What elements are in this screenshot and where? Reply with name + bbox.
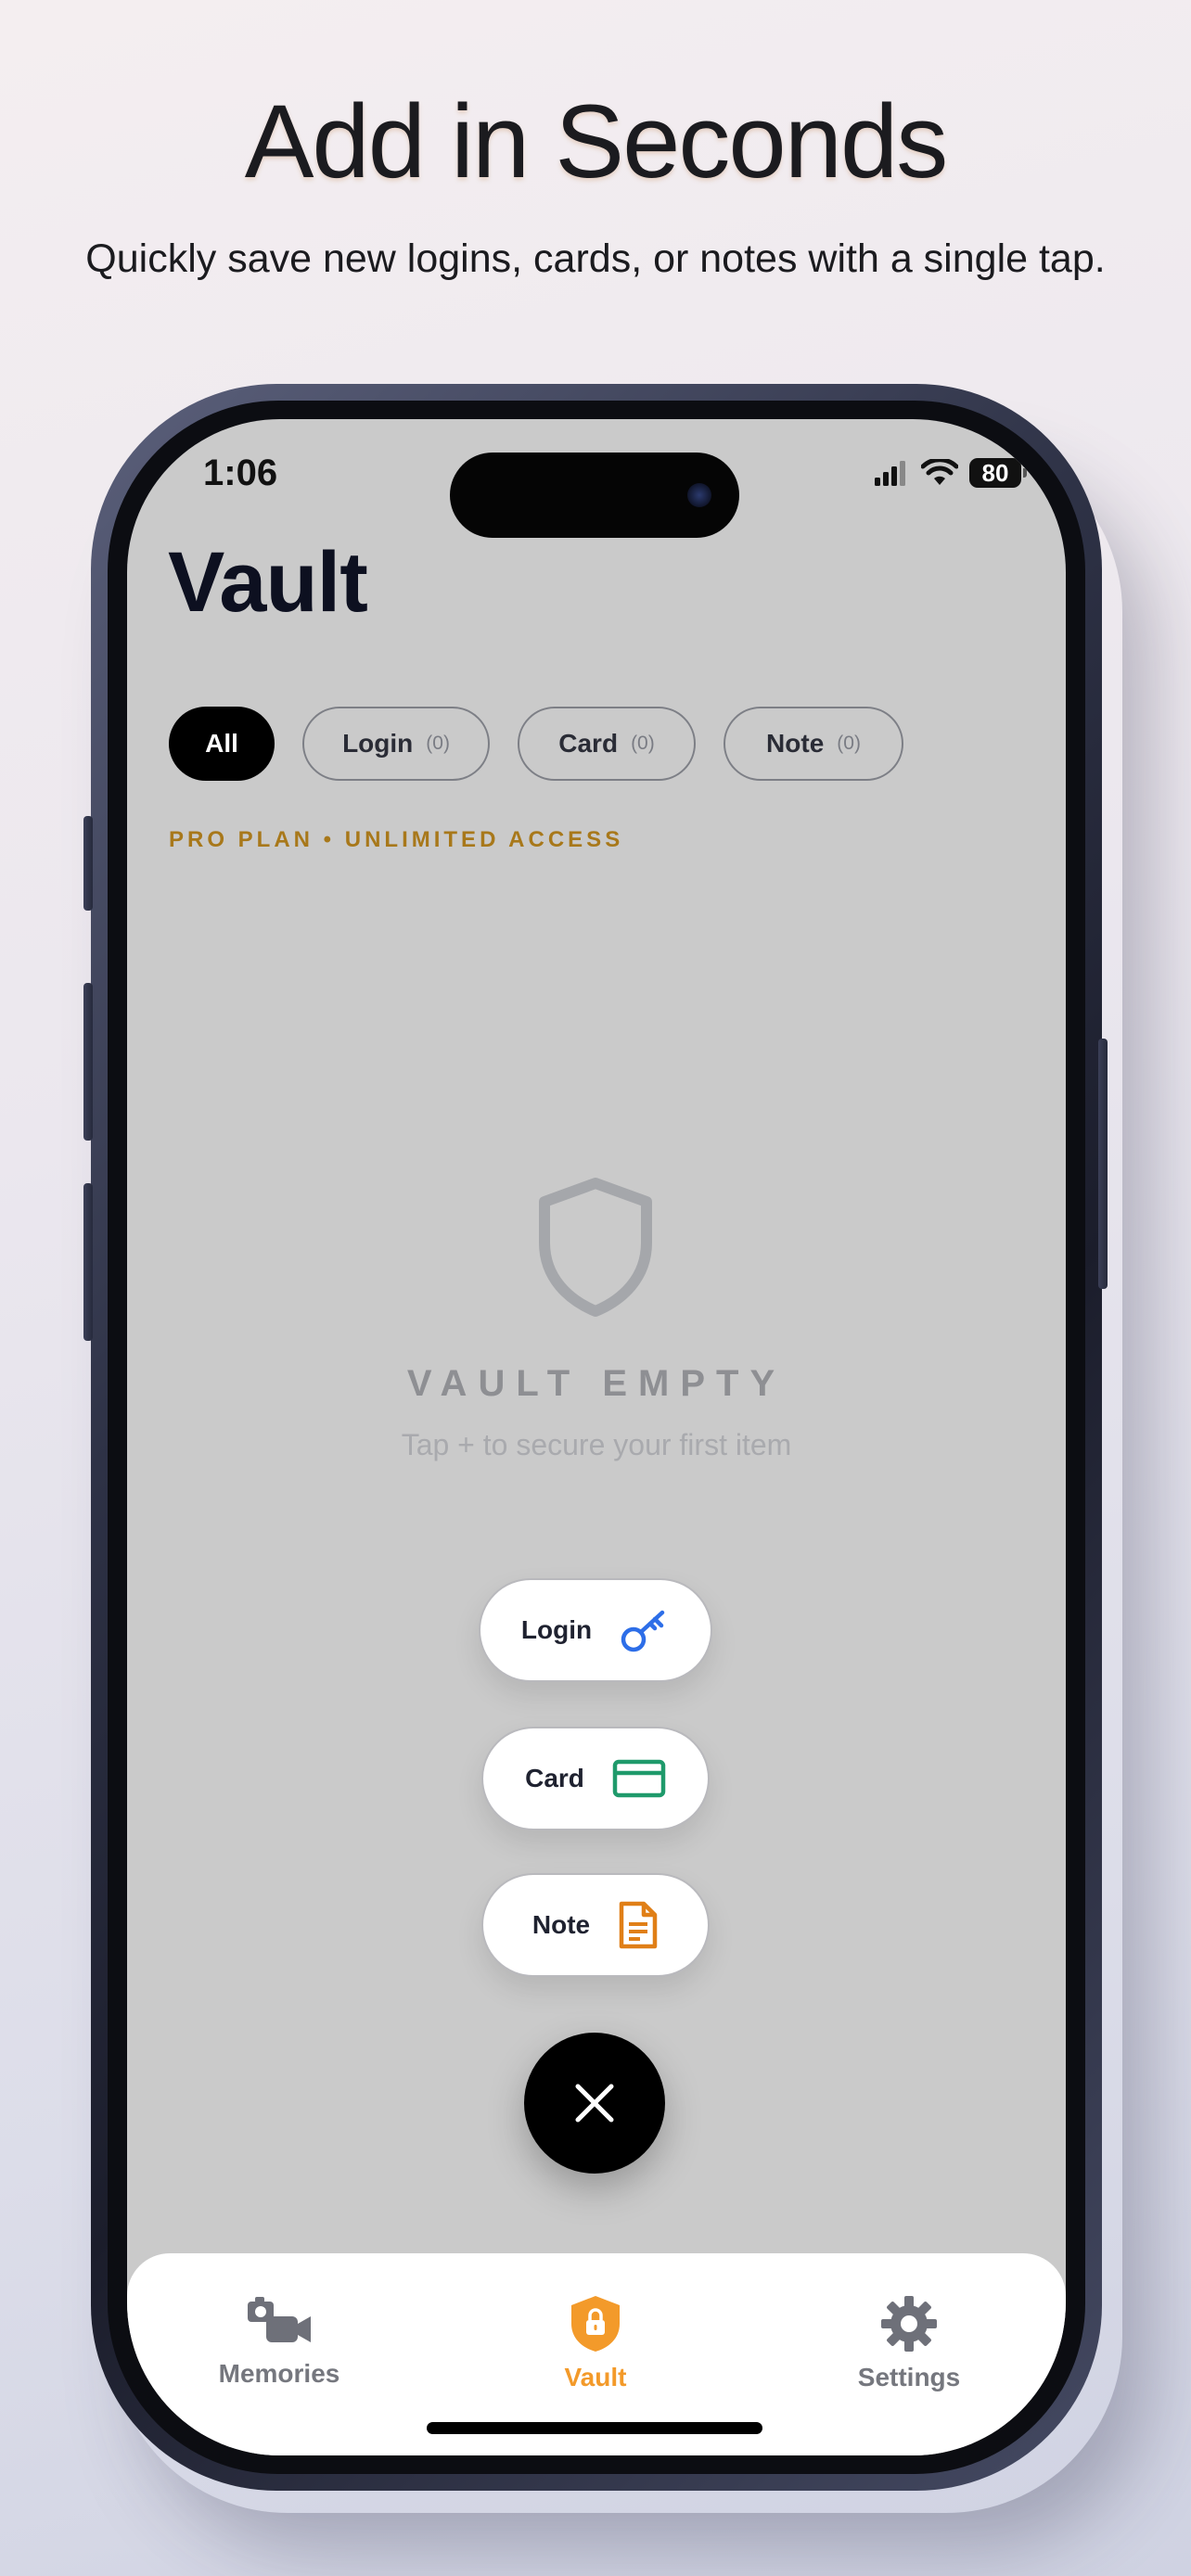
battery-icon: 80: [969, 458, 1027, 488]
add-card-label: Card: [525, 1764, 584, 1792]
filter-chip-label: All: [205, 729, 238, 758]
add-login-label: Login: [520, 1615, 593, 1644]
key-icon: [621, 1610, 665, 1652]
filter-chip-note[interactable]: Note (0): [724, 707, 903, 781]
shield-icon: [539, 1178, 652, 1317]
add-card-button[interactable]: Card: [481, 1727, 710, 1830]
tab-vault[interactable]: Vault: [503, 2294, 688, 2392]
camera-video-icon: [248, 2297, 311, 2342]
filter-chip-label: Login: [342, 729, 414, 758]
filter-chip-card[interactable]: Card (0): [518, 707, 696, 781]
lock-shield-icon: [571, 2296, 620, 2352]
page-title: Vault: [168, 535, 368, 630]
add-note-button[interactable]: Note: [481, 1873, 710, 1977]
tab-memories[interactable]: Memories: [186, 2294, 372, 2389]
status-time: 1:06: [203, 453, 278, 493]
signal-icon: [875, 461, 905, 486]
filter-chip-label: Note: [766, 729, 825, 758]
add-login-button[interactable]: Login: [479, 1578, 712, 1682]
hero-title: Add in Seconds: [244, 83, 949, 199]
tab-settings[interactable]: Settings: [816, 2294, 1002, 2392]
filter-chip-count: (0): [631, 733, 655, 754]
tab-label: Memories: [218, 2359, 340, 2388]
filter-chip-all[interactable]: All: [169, 707, 275, 781]
home-indicator[interactable]: [427, 2422, 762, 2434]
wifi-icon: [921, 459, 958, 485]
camera-icon: [687, 483, 711, 507]
credit-card-icon: [612, 1759, 666, 1798]
power-button: [1098, 1039, 1108, 1289]
filter-chip-count: (0): [837, 733, 861, 754]
hero-subtitle: Quickly save new logins, cards, or notes…: [85, 236, 1106, 281]
status-icons: 80: [875, 458, 1027, 488]
volume-down-button: [83, 1183, 93, 1341]
close-icon: [575, 2084, 614, 2123]
tab-label: Vault: [564, 2363, 627, 2391]
close-menu-button[interactable]: [524, 2033, 665, 2174]
action-button: [83, 816, 93, 911]
volume-up-button: [83, 983, 93, 1141]
tab-label: Settings: [857, 2363, 961, 2391]
filter-chip-login[interactable]: Login (0): [302, 707, 490, 781]
empty-state-subtitle: Tap + to secure your first item: [401, 1428, 792, 1461]
phone-screen: 1:06 80 Vault All Login (0) Card (0) Not…: [127, 419, 1066, 2455]
filter-chips: All Login (0) Card (0) Note (0): [169, 707, 903, 781]
add-note-label: Note: [531, 1910, 591, 1939]
dynamic-island: [450, 453, 739, 538]
filter-chip-count: (0): [426, 733, 450, 754]
gear-icon: [881, 2296, 937, 2352]
filter-chip-label: Card: [558, 729, 619, 758]
document-icon: [619, 1901, 658, 1949]
empty-state-title: VAULT EMPTY: [406, 1363, 787, 1404]
plan-label: PRO PLAN • UNLIMITED ACCESS: [169, 827, 624, 852]
